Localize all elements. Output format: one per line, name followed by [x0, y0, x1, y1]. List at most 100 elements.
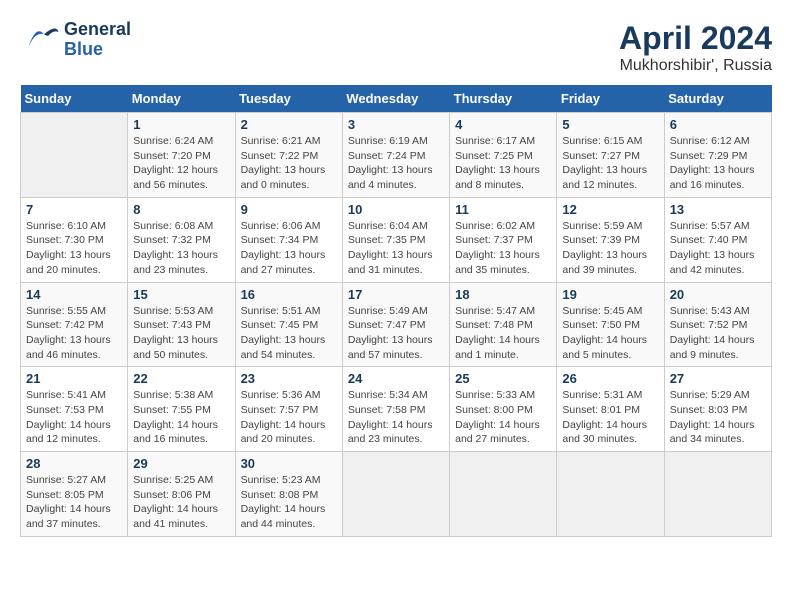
calendar-cell: 13 Sunrise: 5:57 AM Sunset: 7:40 PM Dayli…: [664, 197, 771, 282]
day-info: Sunrise: 6:02 AM Sunset: 7:37 PM Dayligh…: [455, 219, 551, 278]
calendar-cell: 12Sunrise: 5:59 AM Sunset: 7:39 PM Dayli…: [557, 197, 664, 282]
day-number: 29: [133, 456, 229, 471]
day-number: 24: [348, 371, 444, 386]
logo-general-text: General: [64, 20, 131, 40]
calendar-week-5: 28Sunrise: 5:27 AM Sunset: 8:05 PM Dayli…: [21, 452, 772, 537]
header-saturday: Saturday: [664, 85, 771, 113]
calendar-week-2: 7 Sunrise: 6:10 AM Sunset: 7:30 PM Daylig…: [21, 197, 772, 282]
calendar-cell: 28Sunrise: 5:27 AM Sunset: 8:05 PM Dayli…: [21, 452, 128, 537]
day-number: 13: [670, 202, 766, 217]
calendar-cell: 2 Sunrise: 6:21 AM Sunset: 7:22 PM Daylig…: [235, 113, 342, 198]
calendar-cell: 18 Sunrise: 5:47 AM Sunset: 7:48 PM Dayli…: [450, 282, 557, 367]
day-info: Sunrise: 5:55 AM Sunset: 7:42 PM Dayligh…: [26, 304, 122, 363]
day-info: Sunrise: 5:51 AM Sunset: 7:45 PM Dayligh…: [241, 304, 337, 363]
day-number: 10: [348, 202, 444, 217]
day-info: Sunrise: 6:24 AM Sunset: 7:20 PM Dayligh…: [133, 134, 229, 193]
day-number: 9: [241, 202, 337, 217]
day-number: 12: [562, 202, 658, 217]
calendar-cell: 4Sunrise: 6:17 AM Sunset: 7:25 PM Daylig…: [450, 113, 557, 198]
page-subtitle: Mukhorshibir', Russia: [619, 57, 772, 75]
day-info: Sunrise: 5:53 AM Sunset: 7:43 PM Dayligh…: [133, 304, 229, 363]
day-number: 26: [562, 371, 658, 386]
calendar-cell: 7 Sunrise: 6:10 AM Sunset: 7:30 PM Daylig…: [21, 197, 128, 282]
day-info: Sunrise: 6:08 AM Sunset: 7:32 PM Dayligh…: [133, 219, 229, 278]
day-number: 3: [348, 117, 444, 132]
calendar-header-row: SundayMondayTuesdayWednesdayThursdayFrid…: [21, 85, 772, 113]
calendar-cell: 27Sunrise: 5:29 AM Sunset: 8:03 PM Dayli…: [664, 367, 771, 452]
day-number: 14: [26, 287, 122, 302]
day-number: 19: [562, 287, 658, 302]
logo: General Blue: [20, 20, 131, 60]
calendar-cell: [342, 452, 449, 537]
day-info: Sunrise: 5:43 AM Sunset: 7:52 PM Dayligh…: [670, 304, 766, 363]
day-info: Sunrise: 5:25 AM Sunset: 8:06 PM Dayligh…: [133, 473, 229, 532]
calendar-week-4: 21Sunrise: 5:41 AM Sunset: 7:53 PM Dayli…: [21, 367, 772, 452]
day-number: 22: [133, 371, 229, 386]
calendar-cell: 17Sunrise: 5:49 AM Sunset: 7:47 PM Dayli…: [342, 282, 449, 367]
day-number: 25: [455, 371, 551, 386]
calendar-cell: 16Sunrise: 5:51 AM Sunset: 7:45 PM Dayli…: [235, 282, 342, 367]
calendar-cell: 23Sunrise: 5:36 AM Sunset: 7:57 PM Dayli…: [235, 367, 342, 452]
calendar-cell: 14 Sunrise: 5:55 AM Sunset: 7:42 PM Dayli…: [21, 282, 128, 367]
day-info: Sunrise: 5:41 AM Sunset: 7:53 PM Dayligh…: [26, 388, 122, 447]
day-info: Sunrise: 6:06 AM Sunset: 7:34 PM Dayligh…: [241, 219, 337, 278]
calendar-cell: [664, 452, 771, 537]
calendar-cell: 30Sunrise: 5:23 AM Sunset: 8:08 PM Dayli…: [235, 452, 342, 537]
page-header: General Blue April 2024 Mukhorshibir', R…: [20, 20, 772, 75]
day-info: Sunrise: 6:21 AM Sunset: 7:22 PM Dayligh…: [241, 134, 337, 193]
calendar-cell: 21Sunrise: 5:41 AM Sunset: 7:53 PM Dayli…: [21, 367, 128, 452]
header-wednesday: Wednesday: [342, 85, 449, 113]
header-monday: Monday: [128, 85, 235, 113]
calendar-cell: 10Sunrise: 6:04 AM Sunset: 7:35 PM Dayli…: [342, 197, 449, 282]
calendar-cell: 20 Sunrise: 5:43 AM Sunset: 7:52 PM Dayli…: [664, 282, 771, 367]
page-title: April 2024: [619, 20, 772, 57]
day-info: Sunrise: 6:12 AM Sunset: 7:29 PM Dayligh…: [670, 134, 766, 193]
day-number: 20: [670, 287, 766, 302]
logo-blue-text: Blue: [64, 40, 131, 60]
day-number: 23: [241, 371, 337, 386]
calendar-week-1: 1 Sunrise: 6:24 AM Sunset: 7:20 PM Daylig…: [21, 113, 772, 198]
calendar-cell: 6 Sunrise: 6:12 AM Sunset: 7:29 PM Daylig…: [664, 113, 771, 198]
day-number: 1: [133, 117, 229, 132]
calendar-cell: 8 Sunrise: 6:08 AM Sunset: 7:32 PM Daylig…: [128, 197, 235, 282]
calendar-cell: 22 Sunrise: 5:38 AM Sunset: 7:55 PM Dayli…: [128, 367, 235, 452]
logo-text: General Blue: [64, 20, 131, 60]
day-info: Sunrise: 6:15 AM Sunset: 7:27 PM Dayligh…: [562, 134, 658, 193]
day-info: Sunrise: 5:49 AM Sunset: 7:47 PM Dayligh…: [348, 304, 444, 363]
calendar-cell: 9 Sunrise: 6:06 AM Sunset: 7:34 PM Daylig…: [235, 197, 342, 282]
day-info: Sunrise: 5:45 AM Sunset: 7:50 PM Dayligh…: [562, 304, 658, 363]
day-number: 6: [670, 117, 766, 132]
day-info: Sunrise: 5:34 AM Sunset: 7:58 PM Dayligh…: [348, 388, 444, 447]
day-info: Sunrise: 5:33 AM Sunset: 8:00 PM Dayligh…: [455, 388, 551, 447]
day-number: 18: [455, 287, 551, 302]
calendar-cell: 24 Sunrise: 5:34 AM Sunset: 7:58 PM Dayli…: [342, 367, 449, 452]
day-info: Sunrise: 6:17 AM Sunset: 7:25 PM Dayligh…: [455, 134, 551, 193]
day-number: 7: [26, 202, 122, 217]
header-tuesday: Tuesday: [235, 85, 342, 113]
header-thursday: Thursday: [450, 85, 557, 113]
day-info: Sunrise: 5:31 AM Sunset: 8:01 PM Dayligh…: [562, 388, 658, 447]
day-number: 30: [241, 456, 337, 471]
calendar-cell: 19 Sunrise: 5:45 AM Sunset: 7:50 PM Dayli…: [557, 282, 664, 367]
calendar-cell: [557, 452, 664, 537]
calendar-cell: 26 Sunrise: 5:31 AM Sunset: 8:01 PM Dayli…: [557, 367, 664, 452]
calendar-cell: 29 Sunrise: 5:25 AM Sunset: 8:06 PM Dayli…: [128, 452, 235, 537]
day-info: Sunrise: 5:38 AM Sunset: 7:55 PM Dayligh…: [133, 388, 229, 447]
header-friday: Friday: [557, 85, 664, 113]
calendar-cell: 11 Sunrise: 6:02 AM Sunset: 7:37 PM Dayli…: [450, 197, 557, 282]
day-info: Sunrise: 5:47 AM Sunset: 7:48 PM Dayligh…: [455, 304, 551, 363]
calendar-cell: 25 Sunrise: 5:33 AM Sunset: 8:00 PM Dayli…: [450, 367, 557, 452]
day-info: Sunrise: 6:10 AM Sunset: 7:30 PM Dayligh…: [26, 219, 122, 278]
calendar-cell: 5 Sunrise: 6:15 AM Sunset: 7:27 PM Daylig…: [557, 113, 664, 198]
day-info: Sunrise: 5:27 AM Sunset: 8:05 PM Dayligh…: [26, 473, 122, 532]
calendar-cell: [450, 452, 557, 537]
title-area: April 2024 Mukhorshibir', Russia: [619, 20, 772, 75]
calendar-week-3: 14 Sunrise: 5:55 AM Sunset: 7:42 PM Dayli…: [21, 282, 772, 367]
day-number: 8: [133, 202, 229, 217]
day-number: 11: [455, 202, 551, 217]
day-info: Sunrise: 5:29 AM Sunset: 8:03 PM Dayligh…: [670, 388, 766, 447]
day-number: 2: [241, 117, 337, 132]
calendar-cell: 3Sunrise: 6:19 AM Sunset: 7:24 PM Daylig…: [342, 113, 449, 198]
day-number: 5: [562, 117, 658, 132]
day-info: Sunrise: 5:57 AM Sunset: 7:40 PM Dayligh…: [670, 219, 766, 278]
